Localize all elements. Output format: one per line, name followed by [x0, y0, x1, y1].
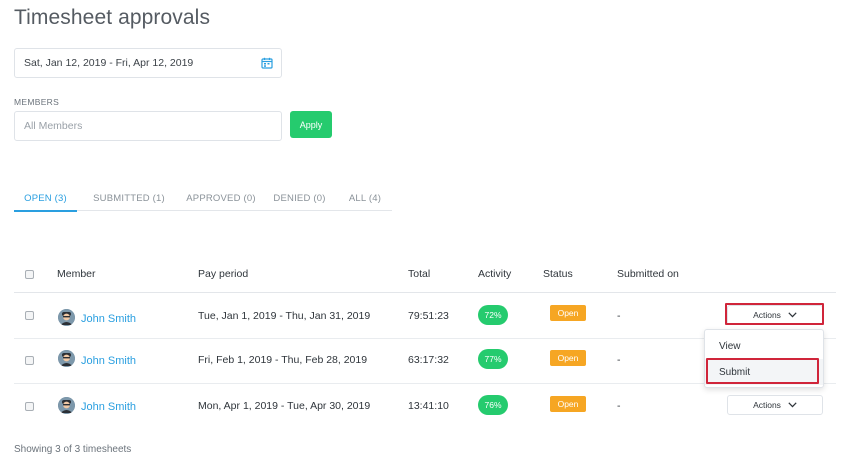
- activity-badge: 76%: [478, 395, 508, 415]
- results-summary: Showing 3 of 3 timesheets: [14, 444, 132, 455]
- column-header-total: Total: [408, 268, 431, 280]
- members-input[interactable]: [14, 111, 282, 141]
- calendar-icon[interactable]: [261, 57, 273, 69]
- row-checkbox[interactable]: [25, 356, 34, 365]
- avatar: [58, 350, 75, 367]
- row-checkbox[interactable]: [25, 402, 34, 411]
- submitted-on-cell: -: [617, 354, 621, 366]
- total-cell: 63:17:32: [408, 354, 449, 366]
- submitted-on-cell: -: [617, 310, 621, 322]
- actions-button-label: Actions: [753, 400, 781, 410]
- avatar: [58, 309, 75, 326]
- pay-period-cell: Tue, Jan 1, 2019 - Thu, Jan 31, 2019: [198, 310, 371, 322]
- status-badge: Open: [550, 305, 586, 321]
- status-badge: Open: [550, 396, 586, 412]
- menu-item-submit[interactable]: Submit: [705, 359, 823, 385]
- row-checkbox[interactable]: [25, 311, 34, 320]
- activity-badge: 72%: [478, 305, 508, 325]
- submitted-on-cell: -: [617, 400, 621, 412]
- total-cell: 79:51:23: [408, 310, 449, 322]
- actions-button[interactable]: Actions: [727, 305, 823, 325]
- tab-denied[interactable]: DENIED (0): [261, 186, 338, 211]
- pay-period-cell: Mon, Apr 1, 2019 - Tue, Apr 30, 2019: [198, 400, 371, 412]
- actions-button[interactable]: Actions: [727, 395, 823, 415]
- member-name-link[interactable]: John Smith: [81, 313, 136, 325]
- status-tabs: OPEN (3) SUBMITTED (1) APPROVED (0) DENI…: [14, 186, 392, 212]
- tab-approved[interactable]: APPROVED (0): [181, 186, 261, 211]
- activity-badge: 77%: [478, 349, 508, 369]
- tab-open[interactable]: OPEN (3): [14, 186, 77, 212]
- chevron-down-icon: [788, 312, 797, 318]
- column-header-submitted-on: Submitted on: [617, 268, 679, 280]
- column-header-status: Status: [543, 268, 573, 280]
- apply-button[interactable]: Apply: [290, 111, 332, 138]
- column-header-member: Member: [57, 268, 96, 280]
- tab-all[interactable]: ALL (4): [338, 186, 392, 211]
- menu-item-view[interactable]: View: [705, 333, 823, 359]
- column-header-activity: Activity: [478, 268, 512, 280]
- total-cell: 13:41:10: [408, 400, 449, 412]
- tab-submitted[interactable]: SUBMITTED (1): [77, 186, 181, 211]
- column-header-pay-period: Pay period: [198, 268, 249, 280]
- pay-period-cell: Fri, Feb 1, 2019 - Thu, Feb 28, 2019: [198, 354, 368, 366]
- header-divider: [14, 292, 836, 293]
- chevron-down-icon: [788, 402, 797, 408]
- member-name-link[interactable]: John Smith: [81, 355, 136, 367]
- members-label: MEMBERS: [14, 97, 60, 107]
- date-range-picker[interactable]: Sat, Jan 12, 2019 - Fri, Apr 12, 2019: [14, 48, 282, 78]
- page-title: Timesheet approvals: [14, 6, 211, 29]
- member-name-link[interactable]: John Smith: [81, 401, 136, 413]
- actions-button-label: Actions: [753, 310, 781, 320]
- avatar: [58, 397, 75, 414]
- actions-dropdown-menu: View Submit: [704, 329, 824, 388]
- status-badge: Open: [550, 350, 586, 366]
- date-range-value: Sat, Jan 12, 2019 - Fri, Apr 12, 2019: [24, 57, 194, 69]
- select-all-checkbox[interactable]: [25, 270, 34, 279]
